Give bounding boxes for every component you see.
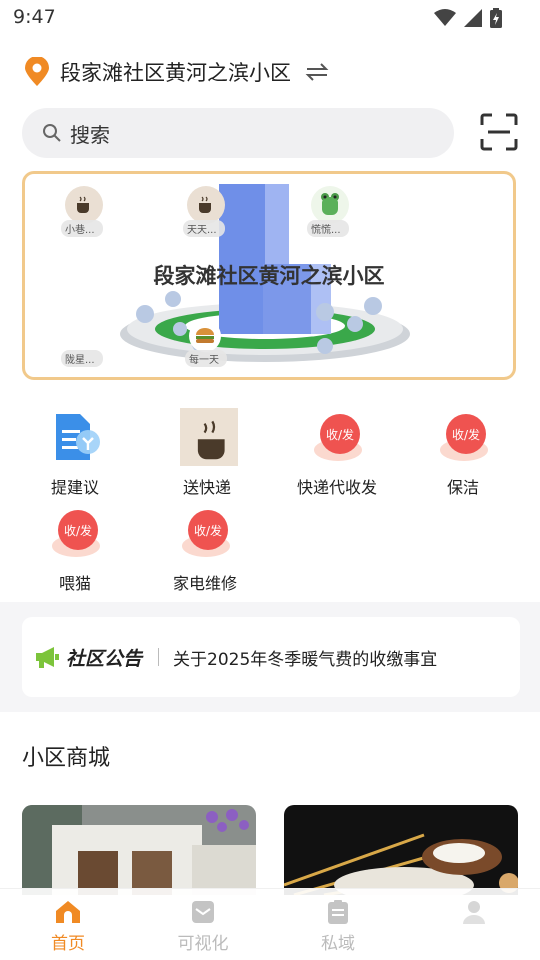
user-avatar[interactable] [65,186,103,224]
banner-title: 段家滩社区黄河之滨小区 [153,264,385,288]
suggestion-icon [56,414,100,460]
switch-icon[interactable] [305,62,329,82]
product-card[interactable] [284,805,518,895]
status-bar: 9:47 [0,0,540,36]
search-placeholder: 搜索 [70,122,110,147]
svg-text:收/发: 收/发 [64,523,92,538]
tab-bar: 首页 可视化 私域 [0,888,540,960]
service-label: 家电维修 [172,574,237,593]
service-label: 保洁 [446,478,479,497]
user-avatar[interactable] [311,186,349,224]
tab-label: 首页 [51,934,85,954]
service-label: 喂猫 [58,574,91,593]
cleaning-icon: 收/发 [440,414,488,461]
svg-text:收/发: 收/发 [326,427,354,442]
scan-icon[interactable] [480,113,518,151]
wifi-icon [434,9,456,26]
user-name: 每一天 [185,350,227,367]
frog-avatar-icon [321,193,339,215]
coffee-icon [199,196,211,213]
tab-profile[interactable] [434,899,514,957]
status-icons [434,8,502,28]
appliance-repair-icon: 收/发 [182,510,230,557]
user-name: 小巷... [61,220,103,237]
delivery-icon [180,408,238,466]
service-suggestion[interactable]: 提建议 [20,412,130,498]
search-input[interactable]: 搜索 [22,108,454,158]
tab-private-domain[interactable]: 私域 [298,899,378,957]
user-name: 慌慌... [307,220,349,237]
service-cleaning[interactable]: 收/发 保洁 [408,412,518,498]
svg-text:收/发: 收/发 [194,523,222,538]
location-name: 段家滩社区黄河之滨小区 [60,61,291,85]
user-name: 陇星... [61,350,103,367]
service-appliance-repair[interactable]: 收/发 家电维修 [150,508,260,594]
tab-label: 私域 [321,934,355,954]
notice-divider [158,648,160,666]
search-icon [43,124,61,142]
battery-icon [490,8,502,28]
tab-home[interactable]: 首页 [28,899,108,957]
storefront-image [22,805,256,895]
tab-visualization[interactable]: 可视化 [163,899,243,957]
coffee-icon [77,196,89,213]
service-parcel[interactable]: 收/发 快递代收发 [282,412,392,498]
profile-icon [463,901,485,924]
message-icon [192,901,214,923]
service-cat-feeding[interactable]: 收/发 喂猫 [20,508,130,594]
service-delivery[interactable]: 送快递 [152,408,262,498]
flour-wheat-image [284,805,518,895]
tab-label: 可视化 [177,934,229,954]
service-label: 快递代收发 [296,478,377,497]
user-avatar[interactable] [189,320,221,352]
clipboard-icon [328,900,348,924]
cat-feeding-icon: 收/发 [52,510,100,557]
mall-title: 小区商城 [22,746,111,771]
parcel-icon: 收/发 [314,414,362,461]
user-avatar[interactable] [187,186,225,224]
community-banner[interactable]: 段家滩社区黄河之滨小区 小巷... 天天... 慌慌... 陇星... 每一天 [22,171,516,380]
service-label: 送快递 [182,478,231,497]
notice-text: 关于2025年冬季暖气费的收缴事宜 [173,649,438,670]
home-icon [56,901,80,923]
notice-tag: 社区公告 [66,647,143,670]
location-pin-icon [25,57,49,86]
location-selector[interactable]: 段家滩社区黄河之滨小区 [24,56,329,88]
burger-icon [196,328,214,343]
product-card[interactable] [22,805,256,895]
megaphone-icon [36,647,59,668]
status-time: 9:47 [13,6,56,28]
user-name: 天天... [183,220,225,237]
service-label: 提建议 [50,478,99,497]
signal-icon [464,9,482,27]
svg-text:收/发: 收/发 [452,427,480,442]
notice-card[interactable]: 社区公告 关于2025年冬季暖气费的收缴事宜 [22,617,520,697]
